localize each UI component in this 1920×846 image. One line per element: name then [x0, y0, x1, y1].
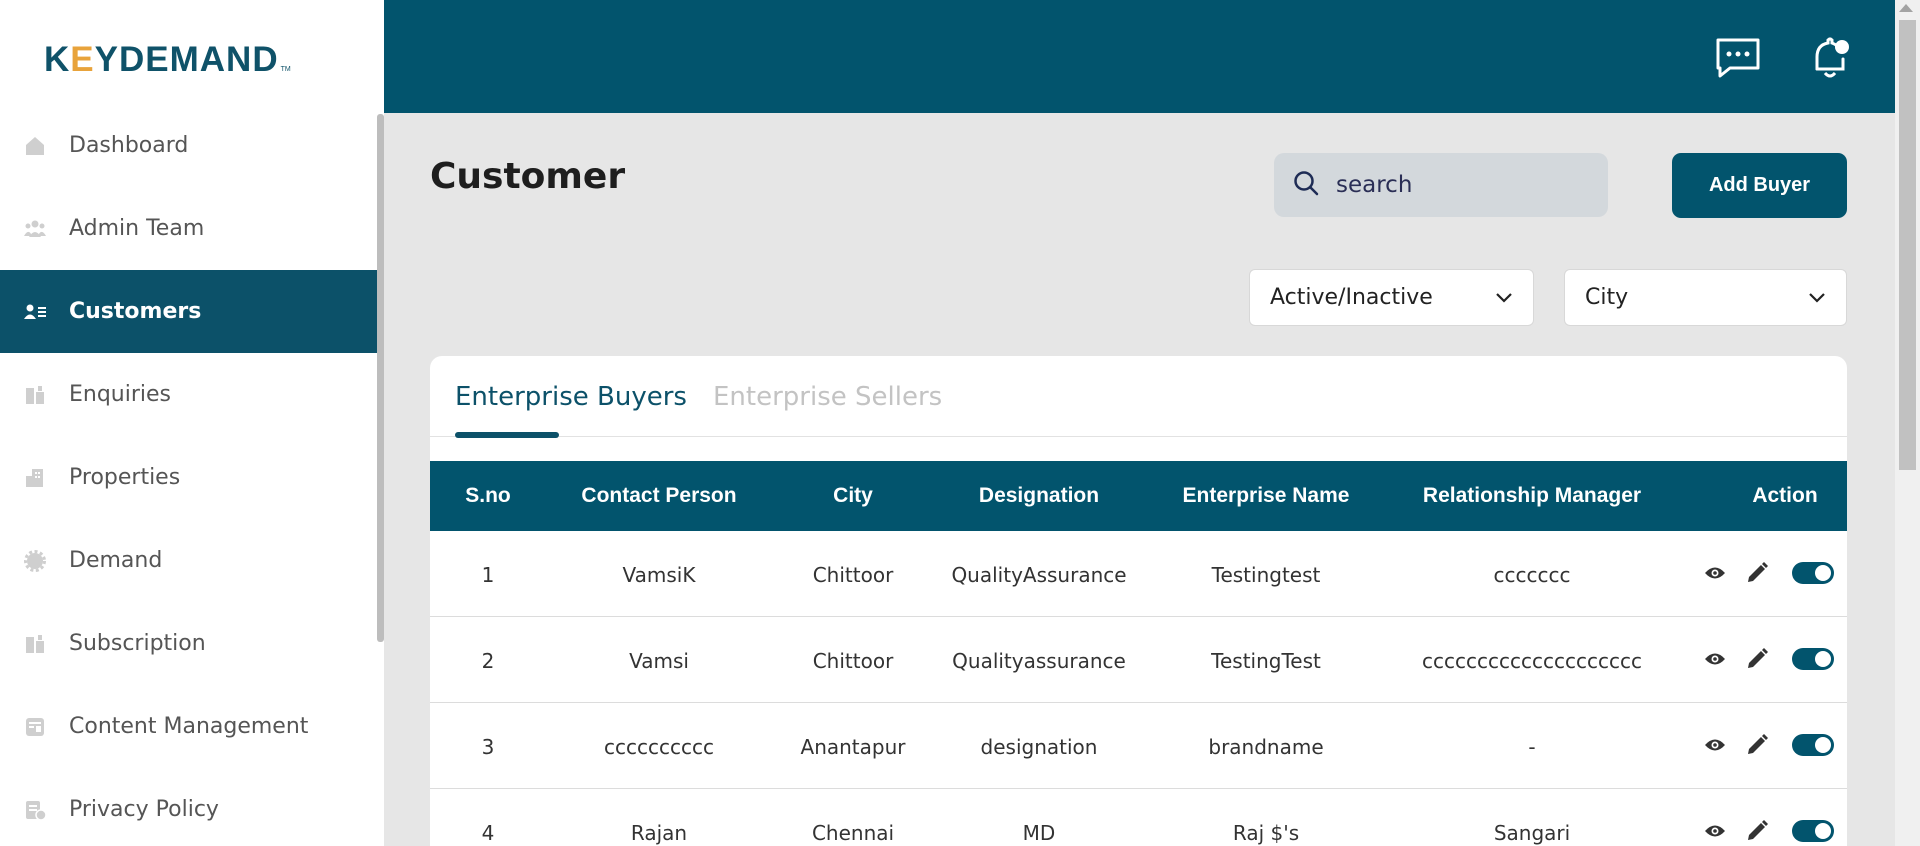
cell-relationship-manager: Sangari — [1493, 821, 1571, 845]
view-eye-icon[interactable] — [1700, 644, 1730, 674]
cell-city: Anantapur — [800, 735, 906, 759]
column-header-designation: Designation — [978, 484, 1100, 507]
row-actions — [1700, 644, 1834, 674]
cell-enterprise-name: Testingtest — [1211, 563, 1321, 587]
edit-pencil-icon[interactable] — [1742, 644, 1772, 674]
sidebar-item-subscription[interactable]: Subscription — [0, 602, 378, 685]
cell-designation: QualityAssurance — [951, 563, 1127, 587]
subscription-icon — [22, 631, 48, 657]
top-header — [384, 0, 1895, 113]
active-toggle[interactable] — [1792, 734, 1834, 756]
edit-pencil-icon[interactable] — [1742, 558, 1772, 588]
chevron-down-icon — [1495, 285, 1513, 310]
status-filter-value: Active/Inactive — [1270, 285, 1433, 310]
cell-relationship-manager: - — [1528, 735, 1536, 759]
active-tab-indicator — [455, 432, 559, 438]
cell-city: Chennai — [811, 821, 895, 845]
home-icon — [22, 133, 48, 159]
sidebar: KEYDEMAND TM Dashboard Admin Team Custom… — [0, 0, 384, 846]
cell-relationship-manager: cccccccccccccccccccc — [1422, 649, 1642, 673]
toggle-knob — [1815, 651, 1831, 667]
view-eye-icon[interactable] — [1700, 558, 1730, 588]
page-title: Customer — [430, 156, 626, 197]
enquiries-icon — [22, 382, 48, 408]
sidebar-item-admin-team[interactable]: Admin Team — [0, 187, 378, 270]
search-box[interactable] — [1274, 153, 1608, 217]
view-eye-icon[interactable] — [1700, 816, 1730, 846]
chevron-down-icon — [1808, 285, 1826, 310]
customers-card: Enterprise Buyers Enterprise Sellers S.n… — [430, 356, 1847, 846]
row-actions — [1700, 558, 1834, 588]
table-header: S.no Contact Person City Designation Ent… — [430, 461, 1847, 531]
content-icon — [22, 714, 48, 740]
active-toggle[interactable] — [1792, 562, 1834, 584]
edit-pencil-icon[interactable] — [1742, 730, 1772, 760]
active-toggle[interactable] — [1792, 648, 1834, 670]
building-icon — [22, 465, 48, 491]
cell-enterprise-name: brandname — [1208, 735, 1324, 759]
table-row: 1 VamsiK Chittoor QualityAssurance Testingte… — [430, 531, 1847, 617]
sidebar-item-demand[interactable]: Demand — [0, 519, 378, 602]
table-row: 2 Vamsi Chittoor Qualityassurance TestingTes… — [430, 617, 1847, 703]
table-row: 4 Rajan Chennai MD Raj $'s Sangari — [430, 789, 1847, 846]
table-row: 3 cccccccccc Anantapur designation brandname… — [430, 703, 1847, 789]
cell-sno: 1 — [481, 563, 495, 587]
cell-sno: 4 — [481, 821, 495, 845]
sidebar-nav: Dashboard Admin Team Customers Enquiries… — [0, 104, 378, 846]
cell-designation: designation — [980, 735, 1098, 759]
cell-relationship-manager: ccccccc — [1493, 563, 1571, 587]
column-header-sno: S.no — [465, 484, 511, 507]
cell-designation: MD — [1022, 821, 1056, 845]
scroll-up-arrow-icon[interactable] — [1899, 4, 1913, 12]
sidebar-item-content-management[interactable]: Content Management — [0, 685, 378, 768]
edit-pencil-icon[interactable] — [1742, 816, 1772, 846]
column-header-action: Action — [1752, 484, 1818, 507]
cell-contact-person: Vamsi — [629, 649, 689, 673]
column-header-relationship-manager: Relationship Manager — [1422, 484, 1642, 507]
city-filter-select[interactable]: City — [1564, 269, 1847, 326]
sidebar-item-dashboard[interactable]: Dashboard — [0, 104, 378, 187]
tab-enterprise-sellers[interactable]: Enterprise Sellers — [713, 382, 942, 412]
privacy-icon — [22, 797, 48, 823]
toggle-knob — [1815, 823, 1831, 839]
search-icon — [1292, 169, 1320, 202]
cell-designation: Qualityassurance — [952, 649, 1126, 673]
sidebar-item-enquiries[interactable]: Enquiries — [0, 353, 378, 436]
toggle-knob — [1815, 737, 1831, 753]
cell-city: Chittoor — [812, 563, 894, 587]
sidebar-item-privacy-policy[interactable]: Privacy Policy — [0, 768, 378, 846]
chat-icon[interactable] — [1712, 32, 1764, 84]
column-header-city: City — [833, 484, 873, 507]
sidebar-scrollbar[interactable] — [377, 114, 384, 642]
cell-city: Chittoor — [812, 649, 894, 673]
gear-icon — [22, 548, 48, 574]
cell-sno: 3 — [481, 735, 495, 759]
sidebar-item-customers[interactable]: Customers — [0, 270, 378, 353]
bell-icon[interactable] — [1804, 32, 1856, 84]
cell-contact-person: cccccccccc — [604, 735, 714, 759]
tab-enterprise-buyers[interactable]: Enterprise Buyers — [455, 382, 687, 412]
cell-contact-person: Rajan — [630, 821, 688, 845]
column-header-contact-person: Contact Person — [581, 484, 737, 507]
view-eye-icon[interactable] — [1700, 730, 1730, 760]
toggle-knob — [1815, 565, 1831, 581]
city-filter-value: City — [1585, 285, 1629, 310]
cell-contact-person: VamsiK — [622, 563, 696, 587]
keydemand-logo[interactable]: KEYDEMAND TM — [44, 36, 291, 84]
search-input[interactable] — [1336, 172, 1576, 198]
row-actions — [1700, 816, 1834, 846]
column-header-enterprise-name: Enterprise Name — [1182, 484, 1350, 507]
cell-enterprise-name: TestingTest — [1211, 649, 1321, 673]
cell-enterprise-name: Raj $'s — [1232, 821, 1300, 845]
tab-bar: Enterprise Buyers Enterprise Sellers — [430, 356, 1847, 438]
sidebar-item-properties[interactable]: Properties — [0, 436, 378, 519]
add-buyer-button[interactable]: Add Buyer — [1672, 153, 1847, 218]
cell-sno: 2 — [481, 649, 495, 673]
status-filter-select[interactable]: Active/Inactive — [1249, 269, 1534, 326]
row-actions — [1700, 730, 1834, 760]
team-icon — [22, 216, 48, 242]
active-toggle[interactable] — [1792, 820, 1834, 842]
page-scrollbar-thumb[interactable] — [1899, 20, 1916, 470]
customers-icon — [22, 299, 48, 325]
